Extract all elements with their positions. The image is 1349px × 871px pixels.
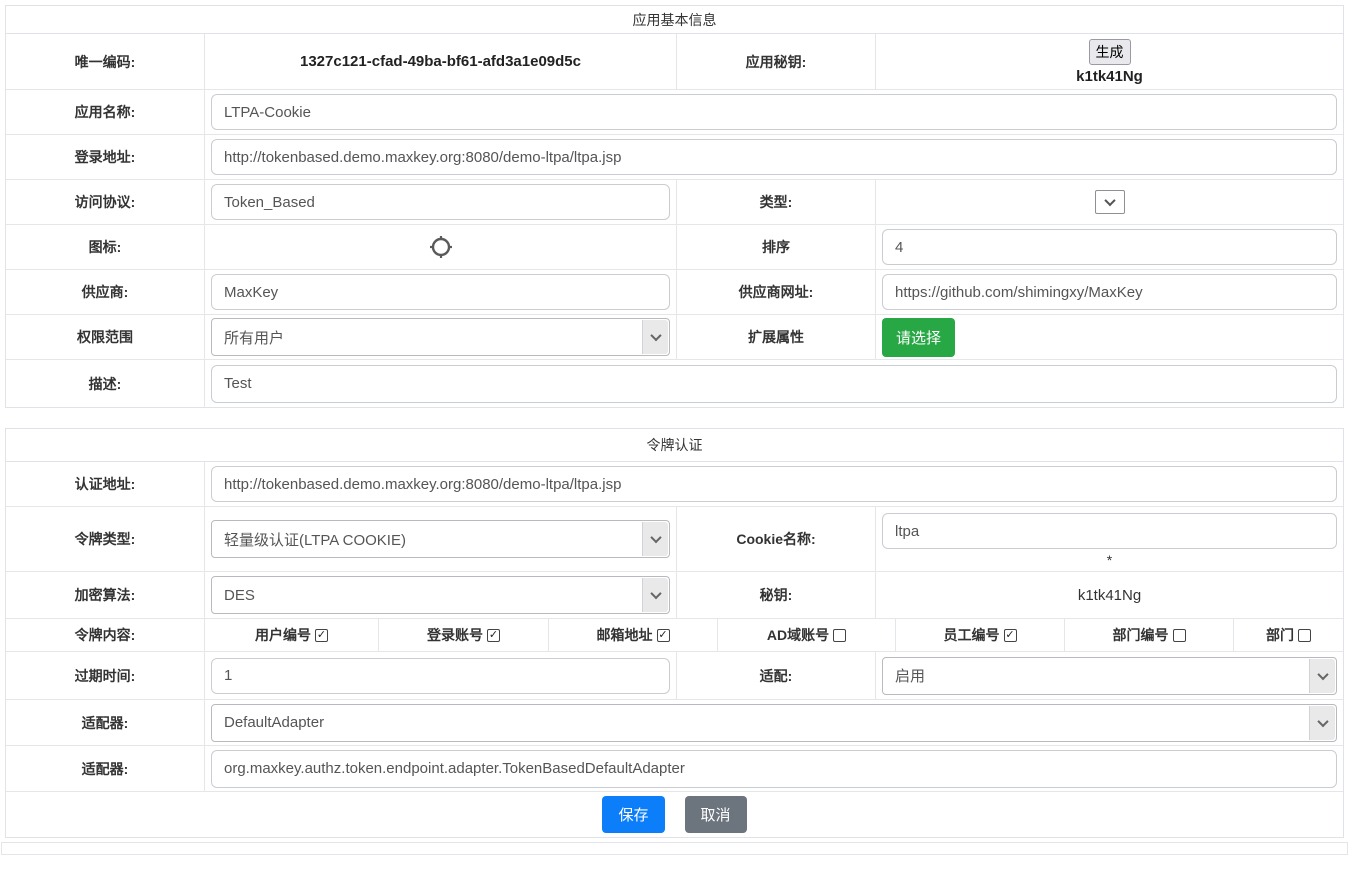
vendor-url-label: 供应商网址: [677,270,876,314]
chevron-down-icon [650,330,661,341]
chevron-down-icon [1317,715,1328,726]
token-type-select[interactable]: 轻量级认证(LTPA COOKIE) [211,520,670,558]
protocol-input[interactable] [211,184,670,220]
chevron-down-icon [650,588,661,599]
userid-checkbox[interactable] [315,629,328,642]
addomain-checkbox[interactable] [833,629,846,642]
adapt-select-value: 启用 [895,665,925,686]
ext-attr-label: 扩展属性 [677,315,876,359]
basic-info-title: 应用基本信息 [6,6,1343,34]
icon-label: 图标: [6,225,205,269]
app-name-label: 应用名称: [6,90,205,134]
algorithm-select-value: DES [224,587,255,604]
token-item-employee: 员工编号 [896,619,1065,651]
auth-url-label: 认证地址: [6,462,205,506]
vendor-row: 供应商: 供应商网址: [6,270,1343,315]
secret-label: 秘钥: [677,572,876,618]
login-url-row: 登录地址: [6,135,1343,180]
deptno-checkbox[interactable] [1173,629,1186,642]
token-content-row: 令牌内容: 用户编号 登录账号 邮箱地址 AD域账号 员工编号 部门编号 部门 [6,619,1343,652]
adapt-select[interactable]: 启用 [882,657,1337,695]
icon-cell [205,225,677,269]
employee-checkbox[interactable] [1004,629,1017,642]
adapter-select-label: 适配器: [6,700,205,745]
vendor-url-input[interactable] [882,274,1337,310]
sort-label: 排序 [677,225,876,269]
secret-value: k1tk41Ng [1078,587,1141,604]
cookie-name-input[interactable] [882,513,1337,549]
adapter-select-row: 适配器: DefaultAdapter [6,700,1343,746]
app-secret-label: 应用秘钥: [677,34,876,89]
adapter-class-label: 适配器: [6,746,205,791]
token-auth-panel: 令牌认证 认证地址: 令牌类型: 轻量级认证(LTPA COOKIE) Cook… [5,428,1344,838]
unique-code-row: 唯一编码: 1327c121-cfad-49ba-bf61-afd3a1e09d… [6,34,1343,90]
actions-row: 保存 取消 [6,792,1343,837]
adapter-class-input[interactable] [211,750,1337,788]
adapter-select[interactable]: DefaultAdapter [211,704,1337,742]
auth-url-row: 认证地址: [6,462,1343,507]
required-mark: * [1107,553,1112,567]
broken-image-icon [211,234,670,260]
login-url-input[interactable] [211,139,1337,175]
token-item-login: 登录账号 [379,619,549,651]
chevron-down-icon [650,532,661,543]
token-item-email: 邮箱地址 [549,619,718,651]
algorithm-select[interactable]: DES [211,576,670,614]
token-type-select-value: 轻量级认证(LTPA COOKIE) [224,529,406,550]
app-name-input[interactable] [211,94,1337,130]
token-item-deptno: 部门编号 [1065,619,1234,651]
scope-label: 权限范围 [6,315,205,359]
adapt-label: 适配: [677,652,876,699]
app-secret-cell: 生成 k1tk41Ng [876,34,1343,89]
expires-input[interactable] [211,658,670,694]
cookie-name-label: Cookie名称: [677,507,876,571]
scope-select[interactable]: 所有用户 [211,318,670,356]
unique-code-value: 1327c121-cfad-49ba-bf61-afd3a1e09d5c [300,53,581,70]
token-item-userid: 用户编号 [205,619,379,651]
empty-footer-bar [1,842,1348,855]
chevron-down-icon [1104,195,1115,206]
token-item-addomain: AD域账号 [718,619,896,651]
ext-attr-select-button[interactable]: 请选择 [882,318,955,357]
description-label: 描述: [6,360,205,407]
scope-row: 权限范围 所有用户 扩展属性 请选择 [6,315,1343,360]
category-label: 类型: [677,180,876,224]
expires-label: 过期时间: [6,652,205,699]
adapter-select-value: DefaultAdapter [224,714,324,731]
login-url-label: 登录地址: [6,135,205,179]
token-type-label: 令牌类型: [6,507,205,571]
generate-button[interactable]: 生成 [1089,39,1131,65]
algorithm-row: 加密算法: DES 秘钥: k1tk41Ng [6,572,1343,619]
auth-url-input[interactable] [211,466,1337,502]
token-type-row: 令牌类型: 轻量级认证(LTPA COOKIE) Cookie名称: * [6,507,1343,572]
token-item-dept: 部门 [1234,619,1343,651]
save-button[interactable]: 保存 [602,796,664,833]
vendor-label: 供应商: [6,270,205,314]
token-auth-title: 令牌认证 [6,429,1343,462]
email-checkbox[interactable] [657,629,670,642]
token-content-label: 令牌内容: [6,619,205,651]
chevron-down-icon [1317,668,1328,679]
login-checkbox[interactable] [487,629,500,642]
app-secret-value: k1tk41Ng [1076,68,1143,85]
basic-info-panel: 应用基本信息 唯一编码: 1327c121-cfad-49ba-bf61-afd… [5,5,1344,408]
dept-checkbox[interactable] [1298,629,1311,642]
icon-row: 图标: 排序 [6,225,1343,270]
app-name-row: 应用名称: [6,90,1343,135]
description-input[interactable] [211,365,1337,403]
cancel-button[interactable]: 取消 [685,796,747,833]
category-select[interactable] [1095,190,1125,214]
protocol-label: 访问协议: [6,180,205,224]
unique-code-label: 唯一编码: [6,34,205,89]
protocol-row: 访问协议: 类型: [6,180,1343,225]
expires-row: 过期时间: 适配: 启用 [6,652,1343,700]
scope-select-value: 所有用户 [224,327,284,348]
adapter-class-row: 适配器: [6,746,1343,792]
sort-input[interactable] [882,229,1337,265]
algorithm-label: 加密算法: [6,572,205,618]
unique-code-cell: 1327c121-cfad-49ba-bf61-afd3a1e09d5c [205,34,677,89]
vendor-input[interactable] [211,274,670,310]
description-row: 描述: [6,360,1343,407]
